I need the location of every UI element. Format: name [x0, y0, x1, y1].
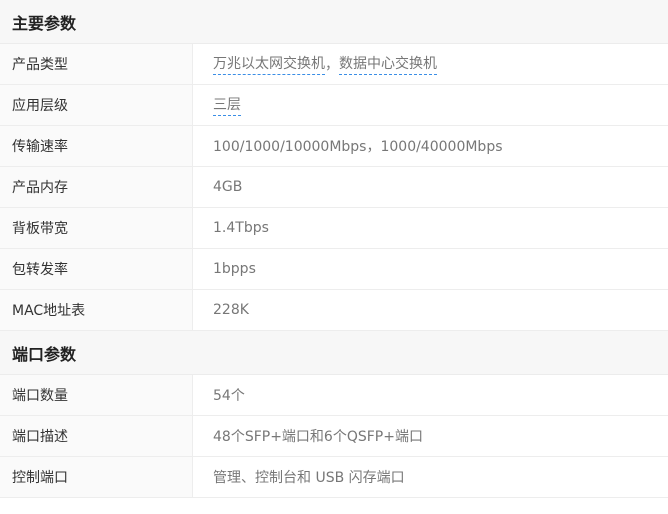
- spec-row-backplane: 背板带宽 1.4Tbps: [0, 208, 668, 249]
- spec-value: 三层: [193, 85, 668, 125]
- spec-value: 1.4Tbps: [213, 220, 269, 236]
- link-10g-ethernet-switch[interactable]: 万兆以太网交换机: [213, 53, 325, 75]
- value-separator: ，: [325, 57, 339, 73]
- section-title: 端口参数: [12, 344, 77, 364]
- spec-row-port-description: 端口描述 48个SFP+端口和6个QSFP+端口: [0, 416, 668, 457]
- spec-value: 万兆以太网交换机 ， 数据中心交换机: [193, 44, 668, 84]
- spec-row-mac-table: MAC地址表 228K: [0, 290, 668, 331]
- spec-row-transfer-rate: 传输速率 100/1000/10000Mbps，1000/40000Mbps: [0, 126, 668, 167]
- spec-value: 228K: [213, 302, 249, 318]
- spec-label: 产品类型: [0, 44, 193, 84]
- spec-label: MAC地址表: [0, 290, 193, 330]
- spec-row-app-layer: 应用层级 三层: [0, 85, 668, 126]
- spec-label: 端口数量: [0, 375, 193, 415]
- spec-panel: 主要参数 产品类型 万兆以太网交换机 ， 数据中心交换机 应用层级 三层 传输速…: [0, 0, 668, 498]
- spec-label: 应用层级: [0, 85, 193, 125]
- spec-label: 端口描述: [0, 416, 193, 456]
- spec-label: 产品内存: [0, 167, 193, 207]
- spec-row-control-port: 控制端口 管理、控制台和 USB 闪存端口: [0, 457, 668, 498]
- spec-row-product-type: 产品类型 万兆以太网交换机 ， 数据中心交换机: [0, 44, 668, 85]
- section-title: 主要参数: [12, 13, 77, 33]
- link-layer3[interactable]: 三层: [213, 94, 241, 116]
- spec-row-memory: 产品内存 4GB: [0, 167, 668, 208]
- spec-value: 1bpps: [213, 261, 256, 277]
- spec-value: 4GB: [213, 179, 243, 195]
- section-header-main-params: 主要参数: [0, 0, 668, 44]
- spec-label: 传输速率: [0, 126, 193, 166]
- spec-row-port-count: 端口数量 54个: [0, 375, 668, 416]
- spec-label: 控制端口: [0, 457, 193, 497]
- spec-value: 54个: [213, 388, 245, 404]
- section-header-port-params: 端口参数: [0, 331, 668, 375]
- spec-value: 100/1000/10000Mbps，1000/40000Mbps: [213, 139, 503, 155]
- spec-row-packet-forwarding: 包转发率 1bpps: [0, 249, 668, 290]
- spec-label: 包转发率: [0, 249, 193, 289]
- spec-value: 管理、控制台和 USB 闪存端口: [213, 470, 405, 486]
- link-datacenter-switch[interactable]: 数据中心交换机: [339, 53, 437, 75]
- spec-value: 48个SFP+端口和6个QSFP+端口: [213, 429, 423, 445]
- spec-label: 背板带宽: [0, 208, 193, 248]
